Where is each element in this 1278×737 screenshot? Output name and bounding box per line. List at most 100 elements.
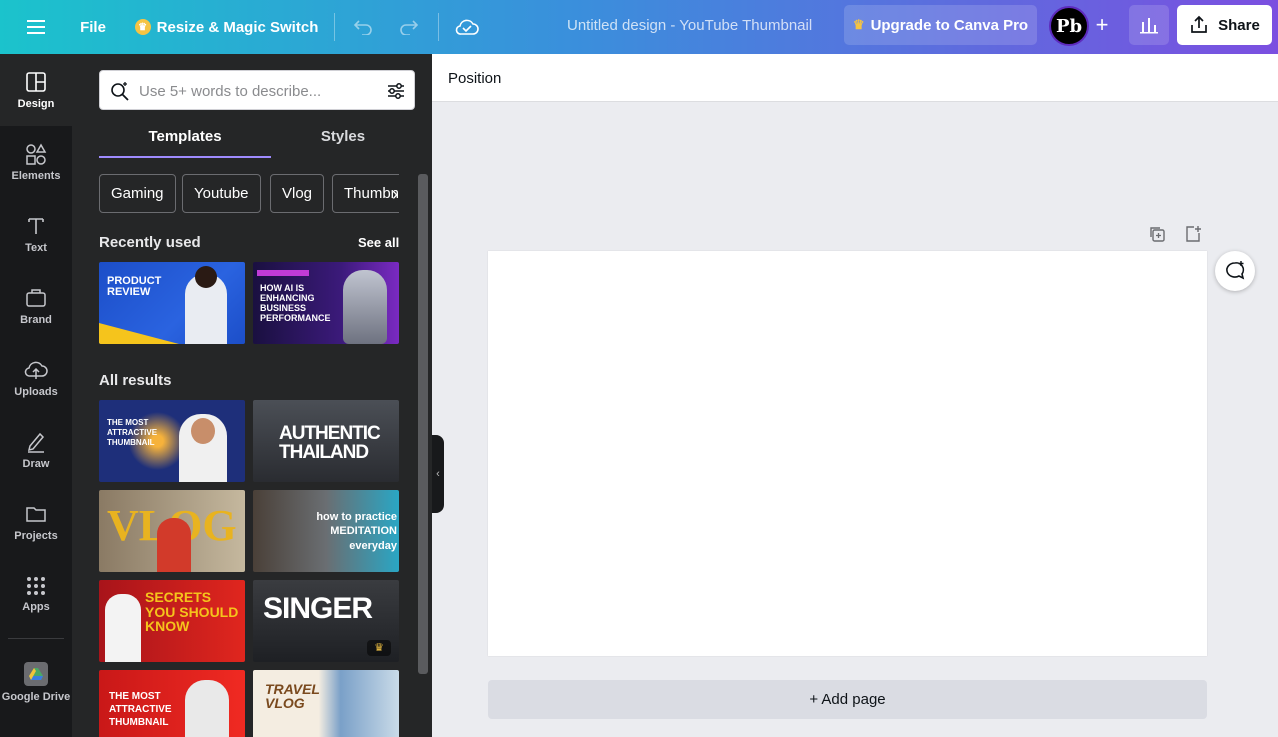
thumbnail-text: HOW AI IS ENHANCING BUSINESS PERFORMANCE — [260, 283, 331, 323]
brand-icon — [26, 288, 46, 307]
rail-item-brand[interactable]: Brand — [0, 270, 72, 342]
bar-chart-icon — [1140, 18, 1158, 34]
chevron-right-icon: › — [392, 183, 398, 204]
search-box[interactable] — [99, 70, 415, 110]
context-toolbar: Position — [432, 54, 1278, 102]
undo-icon — [353, 20, 372, 35]
thumbnail-text: PRODUCT REVIEW — [107, 275, 162, 298]
magic-search-icon — [111, 82, 129, 101]
thumbnail-text: TRAVEL VLOG — [265, 681, 320, 711]
design-page-canvas[interactable] — [488, 251, 1207, 656]
chip-youtube[interactable]: Youtube — [182, 174, 261, 213]
panel-tabs: Templates Styles — [99, 124, 415, 158]
share-button[interactable]: Share — [1177, 5, 1272, 45]
rail-item-elements[interactable]: Elements — [0, 126, 72, 198]
thumbnail-text: SINGER — [263, 592, 373, 625]
search-input[interactable] — [139, 80, 369, 102]
google-drive-icon — [24, 661, 48, 686]
template-thumbnail[interactable]: how to practice MEDITATION everyday — [253, 490, 399, 572]
upgrade-label: Upgrade to Canva Pro — [870, 16, 1029, 34]
collapse-panel-button[interactable]: ‹ — [432, 435, 444, 513]
position-button[interactable]: Position — [448, 70, 501, 87]
chips-next-button[interactable]: › — [385, 182, 405, 206]
chip-gaming[interactable]: Gaming — [99, 174, 176, 213]
redo-button[interactable] — [394, 0, 424, 54]
toolbar-divider — [438, 13, 439, 41]
rail-item-label: Uploads — [14, 385, 58, 398]
thumbnail-text: how to practice MEDITATION everyday — [316, 511, 397, 552]
thumbnail-text: THE MOST ATTRACTIVE THUMBNAIL — [107, 418, 158, 447]
thumbnail-text: AUTHENTIC THAILAND — [279, 423, 381, 463]
chevron-left-icon: ‹ — [436, 468, 440, 480]
template-thumbnail[interactable]: THE MOST ATTRACTIVE THUMBNAIL — [99, 400, 245, 482]
shapes-icon — [26, 142, 47, 165]
rail-item-label: Google Drive — [1, 690, 71, 703]
resize-label: Resize & Magic Switch — [156, 18, 319, 36]
cloud-save-button[interactable] — [452, 0, 482, 54]
rail-item-google-drive[interactable]: Google Drive — [0, 646, 72, 718]
templates-panel: Templates Styles Gaming Youtube Vlog Thu… — [72, 54, 432, 737]
insights-button[interactable] — [1129, 5, 1169, 45]
panel-scrollbar[interactable] — [415, 160, 429, 737]
filter-sliders-icon[interactable] — [386, 81, 406, 101]
rail-item-label: Brand — [20, 313, 52, 326]
cloud-check-icon — [455, 19, 479, 35]
design-title[interactable]: Untitled design - YouTube Thumbnail — [567, 17, 812, 34]
top-bar: File ♛ Resize & Magic Switch Untitled de… — [0, 0, 1278, 54]
category-chips: Gaming Youtube Vlog Thumbn — [99, 174, 399, 213]
template-thumbnail[interactable]: HOW AI IS ENHANCING BUSINESS PERFORMANCE — [253, 262, 399, 344]
comment-plus-icon — [1226, 261, 1245, 280]
apps-grid-icon — [27, 576, 45, 595]
template-thumbnail[interactable]: SINGER ♛ — [253, 580, 399, 662]
person-figure — [157, 518, 191, 572]
thumbnail-text: THE MOST ATTRACTIVE THUMBNAIL — [109, 691, 172, 728]
template-thumbnail[interactable]: AUTHENTIC THAILAND — [253, 400, 399, 482]
thumbnail-tag — [257, 270, 309, 276]
crown-icon: ♛ — [367, 640, 391, 656]
rail-item-design[interactable]: Design — [0, 54, 72, 126]
undo-button[interactable] — [348, 0, 378, 54]
template-thumbnail[interactable]: THE MOST ATTRACTIVE THUMBNAIL — [99, 670, 245, 737]
file-menu-button[interactable]: File — [72, 0, 114, 54]
thumbnail-text: SECRETS YOU SHOULD KNOW — [145, 589, 239, 635]
rail-item-label: Apps — [22, 600, 50, 613]
person-figure — [185, 680, 229, 737]
rail-item-text[interactable]: Text — [0, 198, 72, 270]
share-upload-icon — [1191, 15, 1207, 33]
rail-item-label: Elements — [11, 169, 61, 182]
left-rail: Design Elements Text Brand Uploads Draw … — [0, 54, 72, 737]
rail-item-label: Projects — [14, 529, 58, 542]
rail-item-label: Draw — [22, 457, 50, 470]
robot-figure — [343, 270, 387, 344]
add-page-icon-button[interactable] — [1183, 224, 1203, 244]
rail-item-uploads[interactable]: Uploads — [0, 342, 72, 414]
template-thumbnail[interactable]: SECRETS YOU SHOULD KNOW — [99, 580, 245, 662]
see-all-link[interactable]: See all — [358, 235, 399, 250]
text-icon — [28, 217, 44, 234]
avatar[interactable]: Pb — [1049, 6, 1089, 46]
resize-magic-switch-button[interactable]: ♛ Resize & Magic Switch — [134, 0, 319, 54]
rail-item-apps[interactable]: Apps — [0, 558, 72, 630]
template-thumbnail[interactable]: PRODUCT REVIEW — [99, 262, 245, 344]
chip-vlog[interactable]: Vlog — [270, 174, 325, 213]
menu-button[interactable] — [20, 0, 52, 54]
rail-item-draw[interactable]: Draw — [0, 414, 72, 486]
tab-templates[interactable]: Templates — [99, 124, 271, 158]
template-thumbnail[interactable]: TRAVEL VLOG — [253, 670, 399, 737]
share-label: Share — [1218, 16, 1260, 34]
hamburger-icon — [27, 20, 45, 34]
rail-item-projects[interactable]: Projects — [0, 486, 72, 558]
duplicate-page-button[interactable] — [1147, 224, 1167, 244]
rail-item-label: Design — [17, 97, 55, 110]
add-comment-button[interactable] — [1215, 251, 1255, 291]
template-thumbnail[interactable]: VLOG — [99, 490, 245, 572]
scrollbar-thumb[interactable] — [418, 174, 428, 674]
layout-icon — [26, 71, 46, 92]
tab-styles[interactable]: Styles — [271, 124, 415, 158]
add-page-icon — [1186, 226, 1201, 242]
upgrade-button[interactable]: ♛ Upgrade to Canva Pro — [844, 5, 1037, 45]
add-collaborator-button[interactable]: + — [1089, 10, 1115, 40]
person-figure — [105, 594, 141, 662]
duplicate-icon — [1150, 227, 1165, 242]
add-page-button[interactable]: + Add page — [488, 680, 1207, 719]
